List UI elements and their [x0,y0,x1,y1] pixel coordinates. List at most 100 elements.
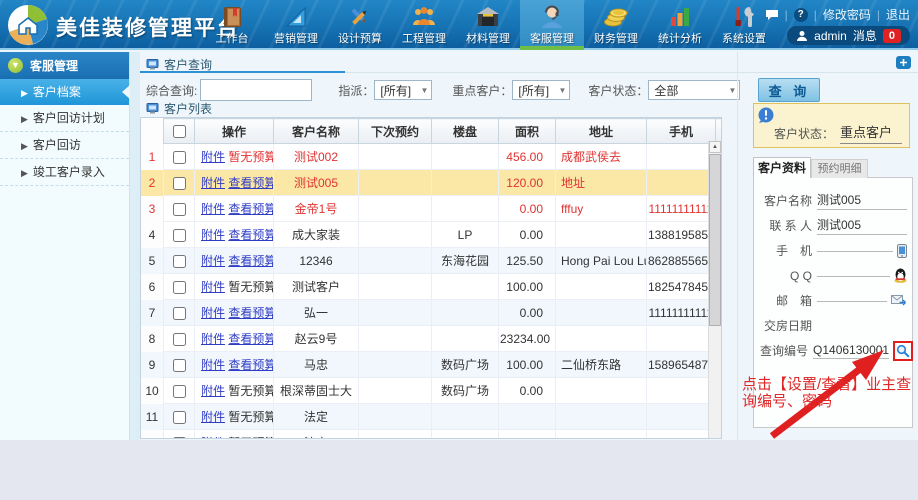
attachment-link[interactable]: 附件 [201,384,225,398]
panel-tab-1[interactable]: 客户资料 [753,157,811,178]
next-appointment-cell [359,274,432,300]
user-icon [796,30,808,42]
nav-item-5[interactable]: 材料管理 [456,0,520,50]
table-row[interactable]: 2附件 查看预算测试005120.00地址管理员 [141,170,722,196]
sidebar-splitter[interactable] [130,52,140,440]
sidebar-item-4[interactable]: ▶竣工客户录入 [0,159,129,186]
nav-item-8[interactable]: 统计分析 [648,0,712,50]
collapse-panel-icon[interactable] [896,56,911,69]
nav-item-1[interactable]: 工作台 [200,0,264,50]
magnifier-icon[interactable] [893,341,913,361]
column-header: 手机 [647,119,716,144]
view-budget-link[interactable]: 查看预算 [228,176,273,190]
phone-icon[interactable] [897,244,907,258]
view-budget-link[interactable]: 查看预算 [228,228,273,242]
vertical-scrollbar[interactable]: ▲ [708,141,721,438]
phone-cell: 13881958587 [647,222,716,248]
scroll-up-icon[interactable]: ▲ [709,141,721,153]
row-checkbox[interactable] [173,151,186,164]
table-row[interactable]: 1附件 暂无预算测试002456.00成都武侯去张老师 [141,144,722,170]
customer-name-cell: 测试002 [274,144,359,170]
attachment-link[interactable]: 附件 [201,280,225,294]
row-checkbox[interactable] [173,255,186,268]
arrow-right-icon: ▶ [21,168,28,178]
table-row[interactable]: 6附件 暂无预算测试客户100.0018254784512 [141,274,722,300]
sidebar-item-2[interactable]: ▶客户回访计划 [0,105,129,132]
message-count-badge[interactable]: 0 [883,29,901,43]
row-checkbox[interactable] [173,307,186,320]
next-appointment-cell [359,352,432,378]
field-label: 交房日期 [760,317,812,334]
table-row[interactable]: 7附件 查看预算弘一0.0011111111111 [141,300,722,326]
attachment-link[interactable]: 附件 [201,176,225,190]
nav-item-6[interactable]: 客服管理 [520,0,584,50]
attachment-link[interactable]: 附件 [201,254,225,268]
table-row[interactable]: 10附件 暂无预算根深蒂固士大数码广场0.00张老师 [141,378,722,404]
attachment-link[interactable]: 附件 [201,410,225,424]
table-row[interactable]: 8附件 查看预算赵云9号23234.00 [141,326,722,352]
nav-item-2[interactable]: 营销管理 [264,0,328,50]
status-select[interactable]: 全部▼ [648,80,740,100]
view-budget-link[interactable]: 查看预算 [228,358,273,372]
view-budget-link[interactable]: 查看预算 [228,332,273,346]
table-row[interactable]: 5附件 查看预算12346东海花园125.50Hong Pai Lou Lu86… [141,248,722,274]
row-checkbox[interactable] [173,359,186,372]
qq-icon[interactable] [894,268,907,283]
top-links: | ? | 修改密码 | 退出 [765,6,910,23]
keyword-input[interactable] [200,79,312,101]
row-checkbox-cell [164,222,195,248]
user-pill: admin 消息 0 [787,26,910,45]
row-checkbox[interactable] [173,437,186,439]
attachment-link[interactable]: 附件 [201,228,225,242]
nav-item-7[interactable]: 财务管理 [584,0,648,50]
table-row[interactable]: 11附件 暂无预算法定 [141,404,722,430]
row-checkbox[interactable] [173,281,186,294]
sidebar-item-label: 客户回访计划 [33,111,105,125]
attachment-link[interactable]: 附件 [201,150,225,164]
row-checkbox[interactable] [173,203,186,216]
assign-select[interactable]: [所有]▼ [374,80,432,100]
table-row[interactable]: 4附件 查看预算成大家装LP0.0013881958587管理员 [141,222,722,248]
attachment-link[interactable]: 附件 [201,358,225,372]
nav-item-3[interactable]: 设计预算 [328,0,392,50]
customer-name-cell: 成大家装 [274,222,359,248]
mail-icon[interactable] [891,294,907,307]
select-all-checkbox[interactable] [173,125,186,138]
help-icon[interactable]: ? [794,8,808,22]
row-checkbox[interactable] [173,411,186,424]
area-cell: 456.00 [499,144,556,170]
building-cell [432,170,499,196]
address-cell: 二仙桥东路 [556,352,647,378]
attachment-link[interactable]: 附件 [201,332,225,346]
attachment-link[interactable]: 附件 [201,306,225,320]
attachment-link[interactable]: 附件 [201,202,225,216]
table-row[interactable]: 12附件 暂无预算法定 [141,430,722,440]
panel-status-value: 重点客户 [840,122,902,144]
view-budget-link[interactable]: 查看预算 [228,254,273,268]
row-checkbox[interactable] [173,385,186,398]
row-checkbox[interactable] [173,177,186,190]
change-password-link[interactable]: 修改密码 [823,6,871,23]
customer-name-cell: 金帝1号 [274,196,359,222]
view-budget-link[interactable]: 查看预算 [228,202,273,216]
sidebar-title[interactable]: ▼ 客服管理 [0,52,129,79]
field-value [817,275,890,277]
row-checkbox[interactable] [173,333,186,346]
sidebar-item-1[interactable]: ▶客户档案 [0,79,129,105]
search-button[interactable]: 查 询 [758,78,820,102]
table-row[interactable]: 3附件 查看预算金帝1号0.00fffuy11111111111管理员 [141,196,722,222]
nav-item-4[interactable]: 工程管理 [392,0,456,50]
message-bubble-icon[interactable] [765,9,779,21]
view-budget-link[interactable]: 查看预算 [228,306,273,320]
row-checkbox[interactable] [173,229,186,242]
vip-select[interactable]: [所有]▼ [512,80,570,100]
tab-customer-query[interactable]: 客户查询 [146,56,212,73]
select-all-header [164,119,195,144]
attachment-link[interactable]: 附件 [201,436,225,439]
scrollbar-thumb[interactable] [709,154,721,326]
sidebar-item-3[interactable]: ▶客户回访 [0,132,129,159]
table-row[interactable]: 9附件 查看预算马忠数码广场100.00二仙桥东路15896548754 [141,352,722,378]
logout-link[interactable]: 退出 [886,6,910,23]
messages-link[interactable]: 消息 [853,27,877,44]
panel-tab-2[interactable]: 预约明细 [811,159,868,178]
